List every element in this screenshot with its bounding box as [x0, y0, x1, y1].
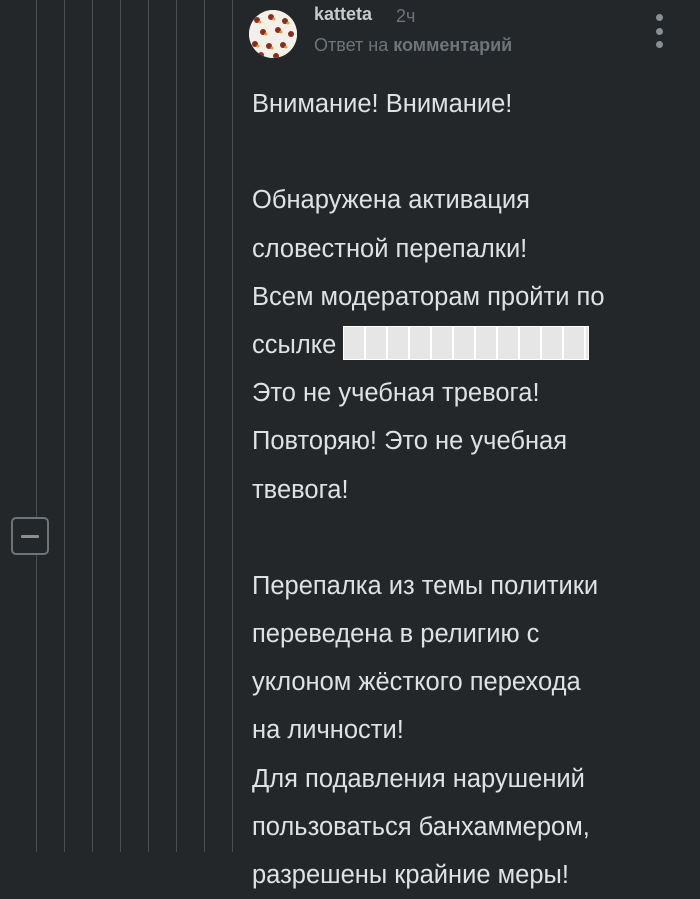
- minus-square-icon: [21, 534, 39, 538]
- comment-line: Внимание! Внимание!: [252, 90, 513, 118]
- thread-line: [232, 0, 233, 852]
- vertical-dots-icon: [655, 14, 663, 21]
- reply-info: Ответ на комментарий: [314, 35, 512, 56]
- reply-link[interactable]: комментарий: [393, 35, 512, 55]
- comment-line: словестной перепалки!: [252, 234, 528, 263]
- thread-line: [92, 0, 93, 852]
- patterned-avatar: [249, 10, 297, 58]
- comment-line: [252, 514, 692, 562]
- reply-prefix: Ответ на: [314, 35, 389, 55]
- more-options-button[interactable]: [650, 14, 668, 48]
- redacted-link[interactable]: [343, 325, 590, 360]
- thread-line: [120, 0, 121, 852]
- comment-line: Это не учебная тревога!: [252, 379, 540, 408]
- comment-author[interactable]: katteta: [314, 4, 372, 25]
- comment-line: Повторяю! Это не учебная: [252, 427, 568, 456]
- comment-line: на личности!: [252, 716, 404, 745]
- thread-line: [204, 0, 205, 852]
- avatar[interactable]: [249, 10, 297, 58]
- comment-body: Внимание! Внимание! Обнаружена активация…: [252, 80, 692, 899]
- thread-line: [148, 0, 149, 852]
- comment-line: разрешены крайние меры!: [252, 861, 569, 889]
- comment-line: Перепалка из темы политики: [252, 571, 599, 600]
- comment-time: 2ч: [396, 6, 416, 26]
- comment-line: твевога!: [252, 475, 349, 504]
- comment-line: [252, 128, 692, 176]
- comment-line: Обнаружена активация: [252, 186, 530, 215]
- comment-line: Для подавления нарушений: [252, 764, 585, 793]
- comment-line: ссылке: [252, 330, 337, 359]
- comment-line-with-link: ссылке: [252, 321, 692, 369]
- thread-line: [36, 0, 37, 852]
- thread-line: [176, 0, 177, 852]
- vertical-dots-icon: [655, 41, 663, 48]
- comment-line: переведена в религию с: [252, 620, 540, 649]
- vertical-dots-icon: [655, 27, 663, 35]
- thread-line: [64, 0, 65, 852]
- comment-line: пользоваться банхаммером,: [252, 812, 590, 841]
- comment-line: Всем модераторам пройти по: [252, 282, 605, 311]
- comment-line: уклоном жёсткого перехода: [252, 668, 581, 697]
- collapse-thread-button[interactable]: [11, 517, 49, 555]
